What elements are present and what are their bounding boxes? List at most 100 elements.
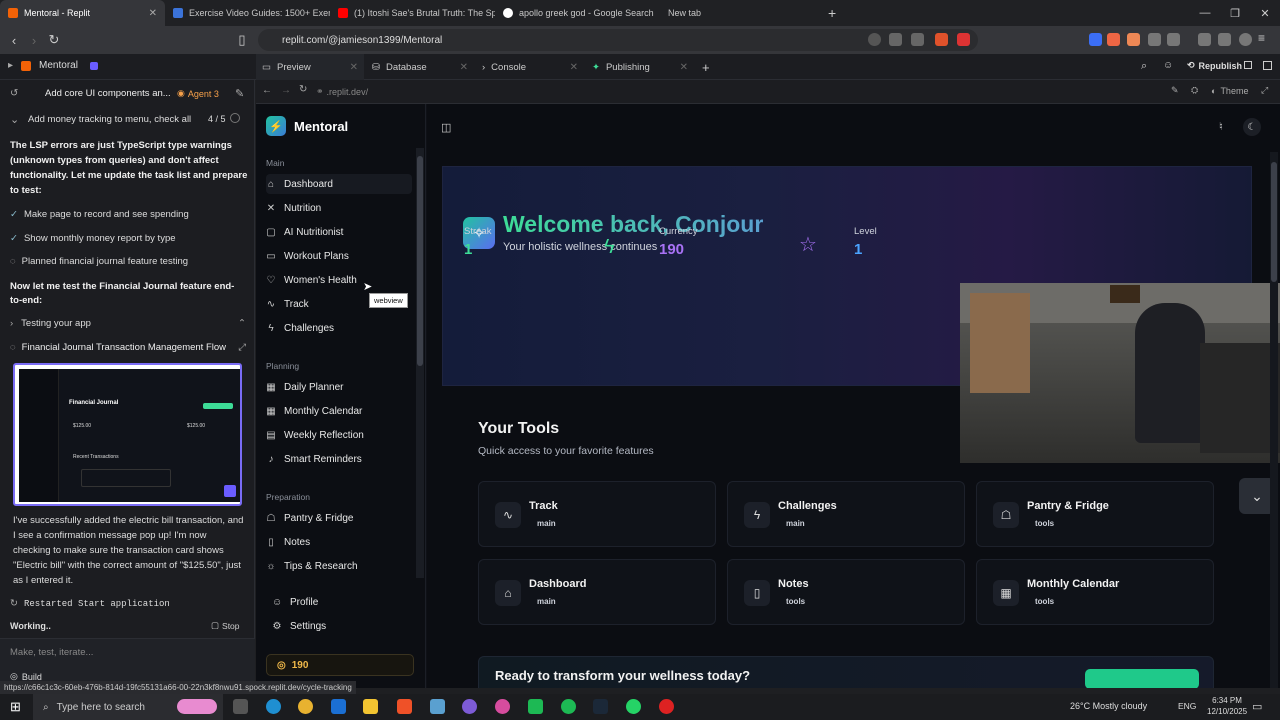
maximize-icon[interactable]: ❐ <box>1220 0 1250 26</box>
sidebar-item-challenges[interactable]: ϟ Challenges <box>266 318 412 338</box>
sidebar-item-dashboard[interactable]: ⌂ Dashboard <box>266 174 412 194</box>
window-close-icon[interactable]: ✕ <box>1250 0 1280 26</box>
brave-rewards-icon[interactable] <box>957 33 970 46</box>
language[interactable]: ENG <box>1178 701 1196 711</box>
sidebar-item-pantry-fridge[interactable]: ☖ Pantry & Fridge <box>266 508 412 528</box>
close-tab-icon[interactable]: ✕ <box>570 62 578 73</box>
sidebar-item-nutrition[interactable]: ✕ Nutrition <box>266 198 412 218</box>
app-icon[interactable] <box>528 699 543 714</box>
search-icon[interactable]: ⌕ <box>1141 60 1147 73</box>
layout-icon[interactable] <box>1244 61 1252 69</box>
sidebar-item-daily-planner[interactable]: ▦ Daily Planner <box>266 377 412 397</box>
app-icon[interactable] <box>495 699 510 714</box>
browser-tab-replit[interactable]: Mentoral - Replit ✕ <box>0 0 165 26</box>
extension-icon[interactable] <box>1127 33 1140 46</box>
minimize-icon[interactable]: — <box>1190 0 1220 26</box>
sidebar-item-tips-research[interactable]: ☼ Tips & Research <box>266 556 412 576</box>
sidebar-toggle-icon[interactable]: ▸ <box>8 60 13 71</box>
invite-icon[interactable]: ☺ <box>1163 60 1173 71</box>
brave-icon[interactable] <box>397 699 412 714</box>
dark-mode-toggle-icon[interactable]: ☾ <box>1243 118 1261 136</box>
brave-shield-icon[interactable] <box>935 33 948 46</box>
close-tab-icon[interactable]: ✕ <box>680 62 688 73</box>
sidebar-toggle-icon[interactable]: ◫ <box>441 121 451 134</box>
edge-icon[interactable] <box>266 699 281 714</box>
tool-card-track[interactable]: ∿ Track main <box>478 481 716 547</box>
main-scrollbar[interactable] <box>1270 152 1278 688</box>
checklist-title[interactable]: Add money tracking to menu, check all <box>28 114 191 125</box>
app-icon[interactable] <box>659 699 674 714</box>
whatsapp-icon[interactable] <box>626 699 641 714</box>
preview-url[interactable]: ⚭ .replit.dev/ <box>316 86 368 97</box>
sidebar-item-ai-nutritionist[interactable]: ▢ AI Nutritionist <box>266 222 412 242</box>
test-screenshot[interactable]: Financial Journal $125.00 $125.00 Recent… <box>13 363 242 506</box>
sidebar-scrollbar[interactable] <box>416 148 424 578</box>
test-flow-row[interactable]: ◌ Financial Journal Transaction Managemen… <box>10 342 246 353</box>
back-icon[interactable]: ‹ <box>4 30 24 50</box>
new-chat-icon[interactable]: ✎ <box>235 87 244 100</box>
tool-card-notes[interactable]: ▯ Notes tools <box>727 559 965 625</box>
preview-back-icon[interactable]: ← <box>262 85 272 96</box>
taskbar-widget-icon[interactable] <box>177 699 217 714</box>
wallet-icon[interactable] <box>1198 33 1211 46</box>
browser-tab-newtab[interactable]: New tab <box>660 0 820 26</box>
file-explorer-icon[interactable] <box>363 699 378 714</box>
sidebar-item-settings[interactable]: ⚙ Settings <box>272 616 418 636</box>
new-tab-button[interactable]: + <box>820 0 844 26</box>
forward-icon[interactable]: › <box>24 30 44 50</box>
app-icon[interactable] <box>462 699 477 714</box>
cast-icon[interactable] <box>911 33 924 46</box>
tool-card-challenges[interactable]: ϟ Challenges main <box>727 481 965 547</box>
tool-card-pantry-fridge[interactable]: ☖ Pantry & Fridge tools <box>976 481 1214 547</box>
sidebar-item-monthly-calendar[interactable]: ▦ Monthly Calendar <box>266 401 412 421</box>
panel-icon[interactable] <box>1263 61 1272 70</box>
sidebar-item-workout-plans[interactable]: ▭ Workout Plans <box>266 246 412 266</box>
sidebar-item-smart-reminders[interactable]: ♪ Smart Reminders <box>266 449 412 469</box>
reload-icon[interactable]: ↻ <box>44 30 64 50</box>
microphone-icon[interactable]: ♮ <box>1219 120 1223 133</box>
add-tab-button[interactable]: + <box>696 54 716 80</box>
brand[interactable]: ⚡ Mentoral <box>266 116 348 136</box>
tab-preview[interactable]: ▭ Preview ✕ <box>256 54 364 80</box>
cta-button[interactable] <box>1085 669 1199 688</box>
open-external-icon[interactable]: ⤢ <box>1261 85 1268 96</box>
stop-button[interactable]: ▢ Stop <box>211 620 240 631</box>
expand-icon[interactable]: ⤢ <box>238 342 246 353</box>
weather[interactable]: 26°C Mostly cloudy <box>1070 701 1147 711</box>
bookmark-icon[interactable]: ▯ <box>232 30 252 50</box>
history-icon[interactable]: ↺ <box>10 88 18 99</box>
chevron-down-icon[interactable]: ⌄ <box>10 113 19 126</box>
windows-start-icon[interactable]: ⊞ <box>10 699 21 715</box>
agent-input-placeholder[interactable]: Make, test, iterate... <box>10 647 93 658</box>
theme-button[interactable]: ◐ Theme <box>1211 86 1248 96</box>
task-view-icon[interactable] <box>233 699 248 714</box>
preview-forward-icon[interactable]: → <box>281 85 291 96</box>
preview-reload-icon[interactable]: ↻ <box>299 84 307 95</box>
notification-icon[interactable]: ▭ <box>1252 700 1262 713</box>
workspace-header[interactable]: ▸ Mentoral <box>8 60 98 71</box>
outlook-icon[interactable] <box>331 699 346 714</box>
sidebar-item-profile[interactable]: ☺ Profile <box>272 592 418 612</box>
sidebar-item-womens-health[interactable]: ♡ Women's Health <box>266 270 412 290</box>
sidebar-item-weekly-reflection[interactable]: ▤ Weekly Reflection <box>266 425 412 445</box>
tab-console[interactable]: › Console ✕ <box>476 54 584 80</box>
sidebar-icon[interactable] <box>1167 33 1180 46</box>
devtools-icon[interactable]: ⛭ <box>1191 85 1198 96</box>
clock[interactable]: 6:34 PM 12/10/2025 <box>1207 695 1247 717</box>
steam-icon[interactable] <box>593 699 608 714</box>
vpn-icon[interactable] <box>1239 33 1252 46</box>
password-icon[interactable] <box>889 33 902 46</box>
close-tab-icon[interactable]: ✕ <box>350 62 358 73</box>
leo-icon[interactable] <box>1218 33 1231 46</box>
menu-icon[interactable]: ≡ <box>1258 31 1271 45</box>
tool-card-dashboard[interactable]: ⌂ Dashboard main <box>478 559 716 625</box>
spotify-icon[interactable] <box>561 699 576 714</box>
browser-tab-google[interactable]: apollo greek god - Google Search <box>495 0 660 26</box>
tool-card-monthly-calendar[interactable]: ▦ Monthly Calendar tools <box>976 559 1214 625</box>
extension-icon[interactable] <box>1107 33 1120 46</box>
extension-icon[interactable] <box>1089 33 1102 46</box>
chrome-icon[interactable] <box>298 699 313 714</box>
tab-database[interactable]: ⛁ Database ✕ <box>366 54 474 80</box>
puzzle-icon[interactable] <box>1148 33 1161 46</box>
sidebar-item-notes[interactable]: ▯ Notes <box>266 532 412 552</box>
